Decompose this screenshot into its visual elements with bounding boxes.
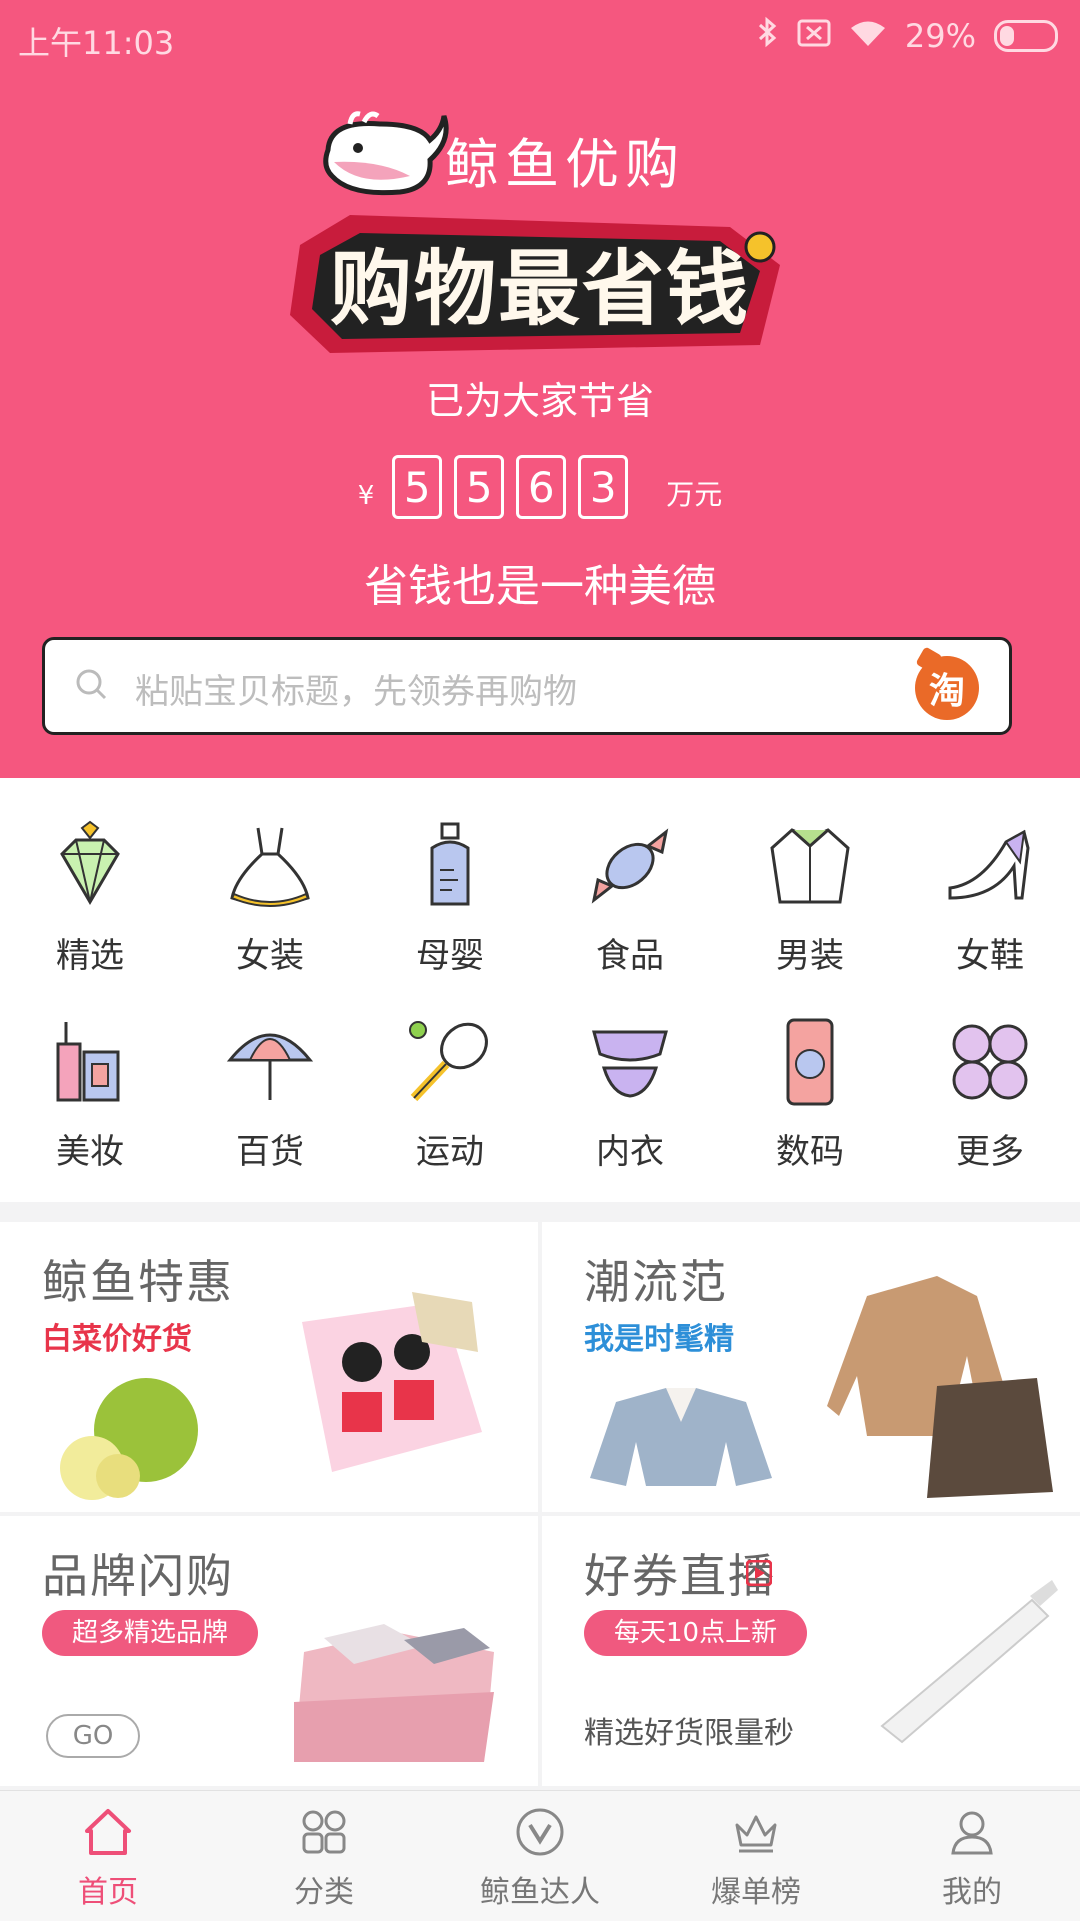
category-jingxuan[interactable]: 精选 — [0, 778, 180, 976]
slogan-graphic: 购物最省钱 — [290, 215, 780, 353]
whale-icon — [323, 111, 449, 196]
category-baihuo[interactable]: 百货 — [180, 974, 360, 1172]
tab-label: 分类 — [294, 1875, 354, 1910]
category-shuma[interactable]: 数码 — [720, 974, 900, 1172]
promo-brand[interactable]: 品牌闪购 超多精选品牌 GO — [0, 1516, 538, 1786]
status-time: 上午11:03 — [18, 24, 175, 62]
counter-unit: 万元 — [666, 478, 723, 511]
category-label: 运动 — [416, 1132, 484, 1172]
category-label: 母婴 — [416, 936, 484, 976]
brand-name: 鲸鱼优购 — [445, 133, 685, 196]
category-muying[interactable]: 母婴 — [360, 778, 540, 976]
more-icon — [952, 1024, 1028, 1100]
dress-icon — [230, 827, 310, 907]
tab-ranking[interactable]: 爆单榜 — [648, 1791, 864, 1921]
tab-category[interactable]: 分类 — [216, 1791, 432, 1921]
shirt-icon — [770, 828, 850, 904]
battery-level: 29% — [904, 17, 976, 55]
sim-icon — [797, 17, 831, 55]
bluetooth-icon — [757, 16, 779, 56]
bottom-tab-bar: 首页 分类 鲸鱼达人 爆单榜 我的 — [0, 1790, 1080, 1921]
racket-icon — [409, 1021, 488, 1102]
user-icon — [951, 1811, 993, 1855]
wifi-icon — [849, 17, 887, 55]
sweater-skirt-image — [827, 1276, 1053, 1498]
promo-live[interactable]: 好券直播 每天10点上新 精选好货限量秒 — [542, 1516, 1080, 1786]
promo-title: 潮流范 — [584, 1255, 728, 1309]
promo-pill: 超多精选品牌 — [42, 1610, 259, 1656]
counter-digit: 5 — [454, 455, 505, 519]
taobao-icon[interactable]: 淘 — [915, 656, 979, 720]
promo-title: 鲸鱼特惠 — [42, 1255, 234, 1309]
promo-tehui[interactable]: 鲸鱼特惠 白菜价好货 — [0, 1222, 538, 1512]
search-icon — [76, 669, 107, 700]
tab-label: 爆单榜 — [711, 1875, 801, 1910]
promo-pill: 每天10点上新 — [584, 1610, 808, 1656]
category-label: 美妆 — [56, 1132, 124, 1172]
crown-icon — [735, 1815, 777, 1853]
motto: 省钱也是一种美德 — [364, 561, 716, 612]
status-bar: 上午11:03 29% — [0, 0, 1080, 74]
jacket-image — [590, 1388, 772, 1486]
category-label: 男装 — [776, 936, 844, 976]
currency-symbol: ¥ — [357, 481, 375, 511]
umbrella-icon — [226, 1033, 314, 1100]
search-input[interactable]: 粘贴宝贝标题，先领券再购物 — [135, 664, 577, 713]
category-label: 内衣 — [596, 1132, 664, 1172]
category-nvzhuang[interactable]: 女装 — [180, 778, 360, 976]
cosmetics-icon — [56, 1022, 120, 1102]
tab-label: 我的 — [942, 1875, 1002, 1910]
category-gengduo[interactable]: 更多 — [900, 974, 1080, 1172]
home-icon — [85, 1809, 131, 1855]
category-label: 精选 — [56, 936, 124, 976]
promo-subtitle: 白菜价好货 — [42, 1322, 192, 1357]
category-meizhuang[interactable]: 美妆 — [0, 974, 180, 1172]
grapefruit-image — [60, 1378, 198, 1500]
tab-label: 首页 — [78, 1875, 138, 1910]
bedding-image — [294, 1624, 494, 1762]
tab-home[interactable]: 首页 — [0, 1791, 216, 1921]
counter-digit: 3 — [578, 455, 629, 519]
brand-logo: 鲸鱼优购 购物最省钱 — [290, 100, 790, 370]
category-label: 食品 — [596, 936, 664, 976]
promo-subtitle: 我是时髦精 — [584, 1322, 734, 1357]
diamond-icon — [60, 820, 120, 905]
category-nanzhuang[interactable]: 男装 — [720, 778, 900, 976]
category-label: 百货 — [236, 1132, 304, 1172]
promo-chaoliu[interactable]: 潮流范 我是时髦精 — [542, 1222, 1080, 1512]
category-label: 女装 — [236, 936, 304, 976]
category-grid: 精选 女装 母婴 食品 男装 女鞋 美妆 百货 运动 内衣 数码 更多 — [0, 778, 1080, 1202]
saved-label: 已为大家节省 — [425, 379, 654, 423]
category-label: 更多 — [956, 1132, 1024, 1172]
category-yundong[interactable]: 运动 — [360, 974, 540, 1172]
saved-counter: ¥ 5 5 6 3 万元 — [0, 455, 1080, 519]
tab-daren[interactable]: 鲸鱼达人 — [432, 1791, 648, 1921]
category-label: 女鞋 — [956, 936, 1024, 976]
battery-icon — [994, 20, 1058, 52]
promo-desc: 精选好货限量秒 — [584, 1716, 794, 1751]
counter-digit: 5 — [392, 455, 443, 519]
towel-image — [302, 1292, 482, 1472]
bottle-icon — [430, 822, 470, 906]
search-bar[interactable]: 粘贴宝贝标题，先领券再购物 淘 — [42, 637, 1012, 735]
grid-icon — [302, 1810, 346, 1854]
live-play-icon — [746, 1560, 772, 1586]
hero-banner: 上午11:03 29% 鲸鱼优购 购物最省钱 已为大家节省 ¥ 5 5 6 3 … — [0, 0, 1080, 778]
counter-digit: 6 — [516, 455, 567, 519]
lingerie-icon — [592, 1030, 668, 1098]
phone-icon — [786, 1018, 834, 1106]
heel-icon — [948, 829, 1030, 900]
category-label: 数码 — [776, 1132, 844, 1172]
category-nvxie[interactable]: 女鞋 — [900, 778, 1080, 976]
go-button[interactable]: GO — [46, 1714, 140, 1758]
slogan-text: 购物最省钱 — [330, 242, 750, 337]
tab-label: 鲸鱼达人 — [480, 1875, 600, 1910]
v-badge-icon — [516, 1808, 564, 1856]
candy-icon — [591, 828, 669, 904]
promo-title: 品牌闪购 — [42, 1549, 234, 1603]
category-neiyi[interactable]: 内衣 — [540, 974, 720, 1172]
category-shipin[interactable]: 食品 — [540, 778, 720, 976]
toothbrush-image — [880, 1580, 1058, 1744]
tab-mine[interactable]: 我的 — [864, 1791, 1080, 1921]
